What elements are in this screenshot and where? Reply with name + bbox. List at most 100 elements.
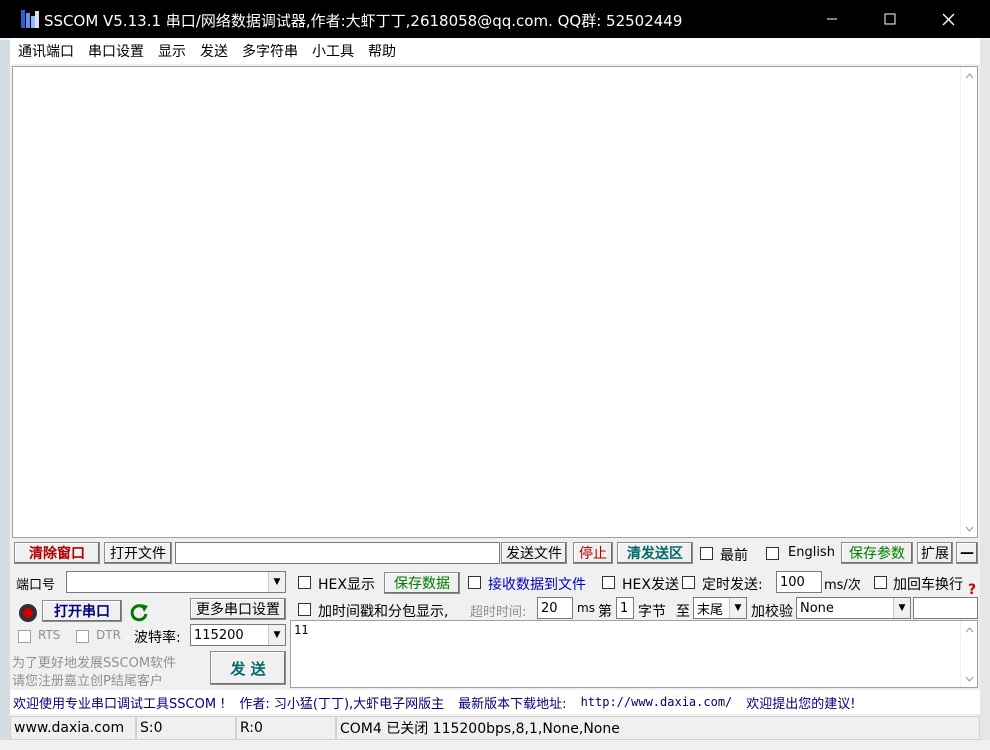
promo-line-1[interactable]: 为了更好地发展SSCOM软件 [12,652,176,671]
always-on-top-label: 最前 [720,548,748,564]
recv-to-file-checkbox[interactable] [468,576,481,589]
maximize-button[interactable] [861,0,919,38]
ad-welcome: 欢迎使用专业串口调试工具SSCOM ! [13,696,226,712]
status-website[interactable]: www.daxia.com [10,716,136,740]
menu-comm-port[interactable]: 通讯端口 [18,41,74,61]
ad-feedback: 欢迎提出您的建议! [746,696,856,712]
clear-window-button[interactable]: 清除窗口 [14,542,100,564]
timed-send-checkbox[interactable] [682,576,695,589]
desktop-background-left [0,40,10,740]
title-bar[interactable]: SSCOM V5.13.1 串口/网络数据调试器,作者:大虾丁丁,2618058… [0,0,990,38]
hex-display-checkbox[interactable] [298,576,311,589]
baud-select[interactable]: 115200 ▼ [190,624,286,646]
port-label: 端口号 [16,578,56,593]
chevron-down-icon[interactable]: ▼ [729,598,746,618]
timeout-input[interactable]: 20 [537,597,573,619]
status-received-count: R:0 [236,716,336,740]
byte-to-select[interactable]: 末尾 ▼ [693,597,747,619]
recv-to-file-label[interactable]: 接收数据到文件 [488,574,586,594]
scroll-down-icon[interactable] [961,520,978,537]
send-scrollbar[interactable] [960,621,977,687]
byte-to-label: 至 [676,604,690,620]
stop-button[interactable]: 停止 [573,542,613,564]
port-select[interactable]: ▼ [66,571,286,593]
sscom-app-icon [21,10,39,28]
minimize-button[interactable] [803,0,861,38]
help-icon[interactable]: ? [968,582,976,598]
send-button[interactable]: 发 送 [210,651,286,685]
promo-line-2[interactable]: 请您注册嘉立创P结尾客户 [12,670,163,689]
byte-unit-label: 字节 [638,604,666,620]
send-input-area[interactable]: 11 [290,620,978,688]
more-settings-button[interactable]: 更多串口设置 [190,598,286,620]
clear-send-button[interactable]: 清发送区 [617,542,693,564]
ad-download-label: 最新版本下载地址: [458,696,567,712]
status-sent-count: S:0 [136,716,236,740]
baud-value: 115200 [194,627,244,643]
menu-send[interactable]: 发送 [200,41,228,61]
chevron-down-icon[interactable]: ▼ [268,572,285,592]
hex-send-checkbox[interactable] [602,576,615,589]
baud-label: 波特率: [134,630,181,646]
menu-display[interactable]: 显示 [158,41,186,61]
status-bar: www.daxia.com S:0 R:0 COM4 已关闭 115200bps… [10,716,980,740]
sscom-window: SSCOM V5.13.1 串口/网络数据调试器,作者:大虾丁丁,2618058… [0,0,990,750]
scroll-down-icon[interactable] [961,670,978,687]
rts-checkbox[interactable] [18,630,31,643]
timeout-unit: ms [577,601,595,615]
send-text: 11 [294,623,309,637]
byte-to-value: 末尾 [697,602,724,618]
maximize-icon [884,13,896,25]
ad-bar: 欢迎使用专业串口调试工具SSCOM ! 作者: 习小猛(丁丁),大虾电子网版主 … [10,690,980,714]
hex-send-label: HEX发送 [622,577,679,593]
dtr-label: DTR [96,628,121,642]
receive-area[interactable] [12,66,978,538]
byte-from-input[interactable]: 1 [616,597,634,619]
always-on-top-checkbox[interactable] [700,547,713,560]
hex-display-label: HEX显示 [318,577,375,593]
scroll-up-icon[interactable] [961,67,978,84]
add-crlf-label: 加回车换行 [893,577,963,593]
ad-download-link[interactable]: http://www.daxia.com/ [581,695,733,709]
timestamp-label: 加时间戳和分包显示, [318,604,449,620]
menu-help[interactable]: 帮助 [368,41,396,61]
timeout-label: 超时时间: [470,605,527,620]
chevron-down-icon[interactable]: ▼ [268,625,285,645]
interval-input[interactable]: 100 [776,571,822,593]
ad-author: 作者: 习小猛(丁丁),大虾电子网版主 [239,696,445,712]
receive-scrollbar[interactable] [960,67,977,537]
port-status-icon [19,604,37,622]
rts-label: RTS [38,628,61,642]
file-path-input[interactable] [175,542,500,564]
checksum-select[interactable]: None ▼ [796,597,911,619]
checksum-label: 加校验 [751,604,793,620]
timestamp-checkbox[interactable] [298,603,311,616]
timed-send-label: 定时发送: [702,577,763,593]
refresh-icon[interactable] [128,601,150,623]
send-file-button[interactable]: 发送文件 [501,542,567,564]
menu-bar: 通讯端口 串口设置 显示 发送 多字符串 小工具 帮助 [10,38,980,64]
collapse-button[interactable]: — [956,542,978,564]
checksum-extra-field[interactable] [913,597,978,619]
menu-serial-settings[interactable]: 串口设置 [88,41,144,61]
status-port-info: COM4 已关闭 115200bps,8,1,None,None [336,716,980,740]
add-crlf-checkbox[interactable] [874,576,887,589]
byte-from-label: 第 [598,604,612,620]
dtr-checkbox[interactable] [76,630,89,643]
menu-tools[interactable]: 小工具 [312,41,354,61]
expand-button[interactable]: 扩展 [917,542,953,564]
close-button[interactable] [919,0,977,38]
minimize-icon [827,18,837,20]
english-checkbox[interactable] [766,547,779,560]
close-icon [942,13,954,25]
interval-unit: ms/次 [824,578,861,593]
open-port-button[interactable]: 打开串口 [42,600,122,622]
open-file-button[interactable]: 打开文件 [104,542,172,564]
save-params-button[interactable]: 保存参数 [841,542,913,564]
menu-multi-string[interactable]: 多字符串 [242,41,298,61]
scroll-up-icon[interactable] [961,621,978,638]
checksum-value: None [800,600,834,616]
window-title: SSCOM V5.13.1 串口/网络数据调试器,作者:大虾丁丁,2618058… [44,12,683,30]
chevron-down-icon[interactable]: ▼ [893,598,910,618]
save-data-button[interactable]: 保存数据 [384,572,460,594]
